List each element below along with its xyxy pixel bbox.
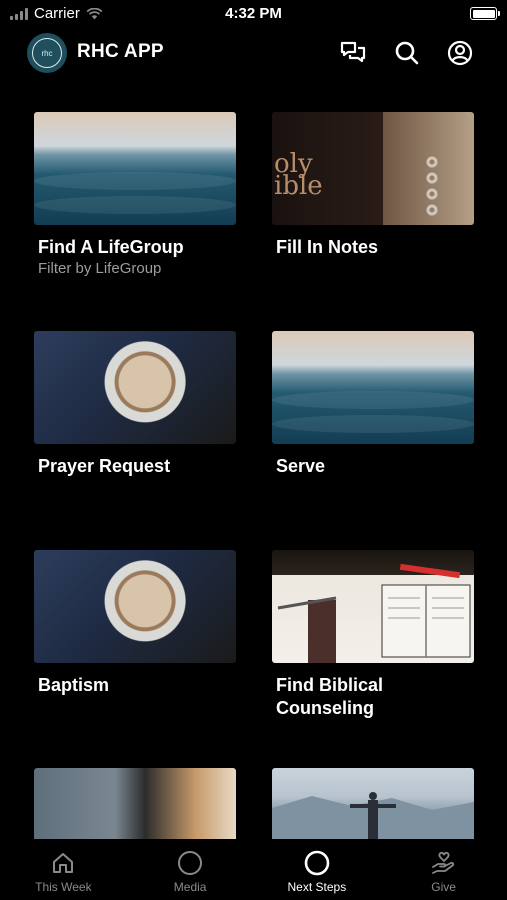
- card-image-ocean: [34, 112, 236, 225]
- card-image-bible-study: [272, 550, 474, 663]
- app-header: rhc RHC APP: [0, 30, 507, 76]
- status-bar: Carrier 4:32 PM: [0, 0, 507, 28]
- card-image-street: [34, 768, 236, 840]
- hand-heart-icon: [430, 849, 458, 877]
- card-serve[interactable]: Serve: [272, 331, 474, 478]
- card-find-a-lifegroup[interactable]: Find A LifeGroup Filter by LifeGroup: [34, 112, 236, 278]
- card-street[interactable]: [34, 768, 236, 840]
- tab-give[interactable]: Give: [380, 839, 507, 900]
- card-subtitle: Filter by LifeGroup: [38, 260, 162, 277]
- card-image-coffee-latte: [34, 550, 236, 663]
- circle-icon: [303, 849, 331, 877]
- card-image-bible-notebook: ible oly: [272, 112, 474, 225]
- svg-text:oly: oly: [274, 149, 313, 179]
- card-mountain[interactable]: [272, 768, 474, 840]
- status-time: 4:32 PM: [225, 5, 282, 22]
- tab-label: Next Steps: [287, 880, 347, 894]
- card-title: Baptism: [38, 675, 110, 695]
- logo-mark: rhc: [32, 38, 62, 68]
- search-icon[interactable]: [393, 39, 421, 67]
- card-image-coffee-latte: [34, 331, 236, 444]
- home-icon: [49, 849, 77, 877]
- card-title: Find Biblical Counseling: [276, 675, 384, 718]
- card-fill-in-notes[interactable]: ible oly Fill In Notes: [272, 112, 474, 259]
- app-logo[interactable]: rhc: [27, 33, 67, 73]
- profile-icon[interactable]: [446, 39, 474, 67]
- tab-label: Media: [173, 880, 207, 894]
- card-image-mountain-person: [272, 768, 474, 840]
- card-title: Serve: [276, 456, 326, 476]
- tab-media[interactable]: Media: [127, 839, 254, 900]
- card-find-biblical-counseling[interactable]: Find Biblical Counseling: [272, 550, 474, 720]
- card-image-ocean: [272, 331, 474, 444]
- card-baptism[interactable]: Baptism: [34, 550, 236, 697]
- card-title: Prayer Request: [38, 456, 171, 476]
- bottom-tab-bar: This Week Media Next Steps Give: [0, 839, 507, 900]
- card-title: Fill In Notes: [276, 237, 379, 257]
- chat-icon[interactable]: [339, 39, 367, 67]
- battery-icon: [470, 7, 500, 20]
- tab-label: Give: [431, 880, 456, 894]
- card-prayer-request[interactable]: Prayer Request: [34, 331, 236, 478]
- tab-this-week[interactable]: This Week: [0, 839, 127, 900]
- card-title: Find A LifeGroup: [38, 237, 184, 257]
- tab-next-steps[interactable]: Next Steps: [254, 839, 381, 900]
- circle-icon: [176, 849, 204, 877]
- tab-label: This Week: [35, 880, 92, 894]
- app-title: RHC APP: [77, 41, 164, 62]
